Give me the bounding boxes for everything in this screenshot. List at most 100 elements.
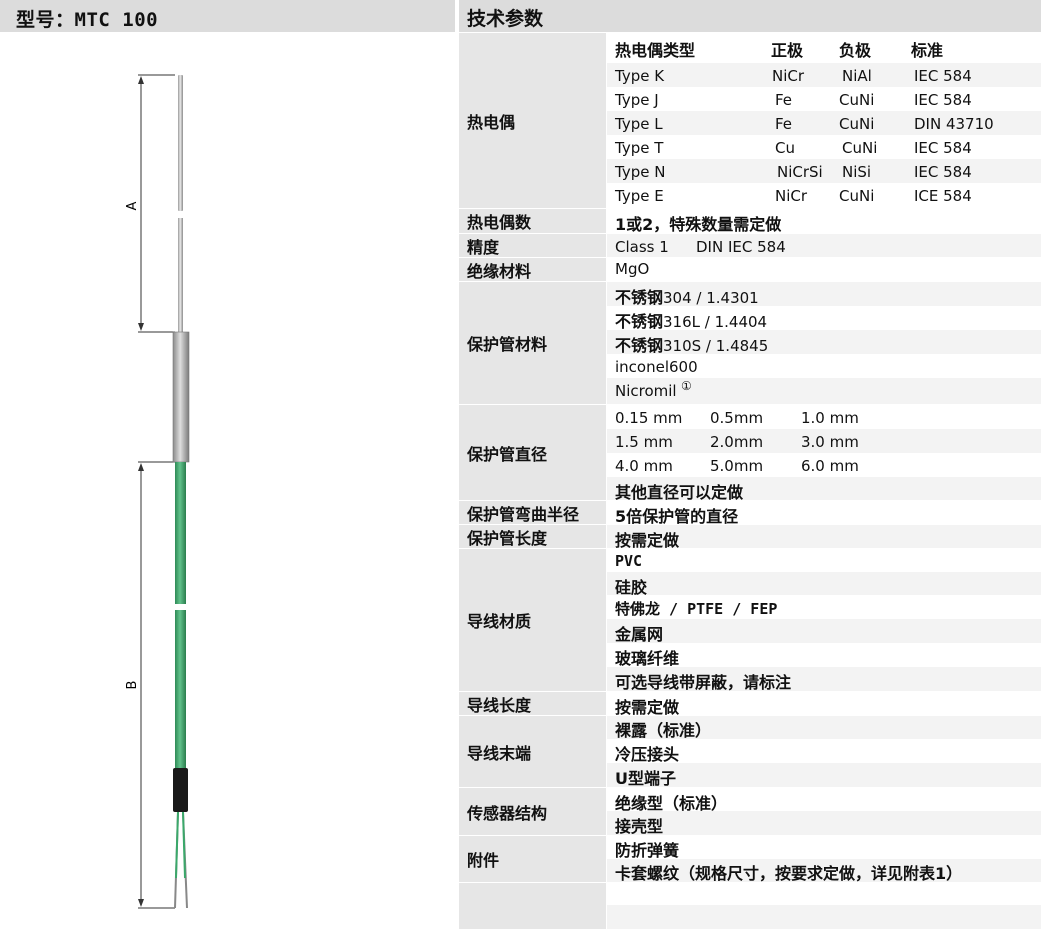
accuracy-standard: DIN IEC 584 (696, 238, 786, 256)
col-standard: 标准 (911, 41, 944, 60)
list-item: 玻璃纤维 (607, 643, 1041, 668)
tc-standard: IEC 584 (914, 91, 972, 109)
label-b: B (125, 681, 140, 690)
insulation-value: MgO (615, 260, 650, 278)
tc-negative: CuNi (839, 91, 875, 109)
table-row: Type L Fe CuNi DIN 43710 (607, 111, 1041, 135)
accessories-list: 防折弹簧 卡套螺纹（规格尺寸，按要求定做，详见附表1） (607, 836, 1041, 883)
sheath-length-value: 按需定做 (615, 531, 680, 550)
sheath-diameter-grid: 0.15 mm 0.5mm 1.0 mm 1.5 mm 2.0mm 3.0 mm… (607, 405, 1041, 502)
dimension-a (138, 74, 175, 333)
empty-label-cell (459, 883, 606, 929)
accessory-item: 防折弹簧 (615, 841, 680, 860)
thermocouple-header-row: 热电偶类型 正极 负极 标准 (607, 33, 1041, 60)
tc-negative: CuNi (842, 139, 878, 157)
list-item: 金属网 (607, 619, 1041, 644)
lead-end-item: 裸露（标准） (615, 721, 712, 740)
list-item: PVC (607, 549, 1041, 572)
list-item: 可选导线带屏蔽，请标注 (607, 667, 1041, 692)
accuracy-value-row: Class 1 DIN IEC 584 (607, 234, 1041, 257)
table-row: Type E NiCr CuNi ICE 584 (607, 183, 1041, 207)
material-inconel: inconel600 (615, 358, 698, 376)
list-item: 硅胶 (607, 572, 1041, 597)
table-row: Type N NiCrSi NiSi IEC 584 (607, 159, 1041, 183)
tc-type: Type L (615, 115, 663, 133)
lead-material-item: 特佛龙 / PTFE / FEP (615, 600, 778, 618)
material-grade: 304 / 1.4301 (663, 289, 759, 307)
wire-ends (174, 811, 188, 909)
list-item: U型端子 (607, 763, 1041, 788)
col-type: 热电偶类型 (615, 41, 696, 60)
shrink-sleeve (173, 768, 188, 812)
table-row: Type K NiCr NiAl IEC 584 (607, 63, 1041, 87)
list-item: 特佛龙 / PTFE / FEP (607, 595, 1041, 619)
label-sheath-diameter: 保护管直径 (459, 405, 606, 500)
diameter-value: 5.0mm (710, 457, 764, 475)
transition-sleeve (172, 331, 190, 463)
empty-row (607, 883, 1041, 904)
diameter-value: 3.0 mm (801, 433, 859, 451)
count-value: 1或2，特殊数量需定做 (615, 215, 782, 234)
table-row: Type T Cu CuNi IEC 584 (607, 135, 1041, 159)
footnote-mark: ① (681, 379, 692, 393)
list-item: inconel600 (607, 354, 1041, 378)
col-negative: 负极 (839, 41, 872, 60)
tc-type: Type J (615, 91, 659, 109)
list-item: 不锈钢316L / 1.4404 (607, 306, 1041, 331)
tc-positive: NiCr (772, 67, 805, 85)
tc-positive: Cu (775, 139, 795, 157)
tc-type: Type K (615, 67, 665, 85)
tc-positive: Fe (775, 91, 793, 109)
sheath-length-row: 按需定做 (607, 525, 1041, 550)
diameter-note: 其他直径可以定做 (615, 483, 744, 502)
insulation-value-row: MgO (607, 258, 1041, 281)
diameter-value: 0.5mm (710, 409, 764, 427)
tc-negative: CuNi (839, 187, 875, 205)
tc-positive: NiCr (775, 187, 808, 205)
tc-negative: NiAl (842, 67, 872, 85)
empty-row (607, 905, 1041, 929)
tc-standard: IEC 584 (914, 67, 972, 85)
lead-length-value: 按需定做 (615, 698, 680, 717)
diameter-value: 1.5 mm (615, 433, 673, 451)
label-accessories: 附件 (459, 836, 606, 882)
tc-standard: DIN 43710 (914, 115, 994, 133)
model-header: 型号：MTC 100 (0, 0, 455, 32)
spec-header: 技术参数 (459, 0, 1041, 32)
diameter-value: 0.15 mm (615, 409, 683, 427)
sheath-material-list: 不锈钢304 / 1.4301 不锈钢316L / 1.4404 不锈钢310S… (607, 282, 1041, 404)
accessory-item: 卡套螺纹（规格尺寸，按要求定做，详见附表1） (615, 864, 963, 883)
list-item: 卡套螺纹（规格尺寸，按要求定做，详见附表1） (607, 859, 1041, 883)
label-insulation: 绝缘材料 (459, 258, 606, 281)
material-prefix: 不锈钢 (615, 336, 664, 355)
lead-material-item: 可选导线带屏蔽，请标注 (615, 673, 792, 692)
tc-negative: NiSi (842, 163, 872, 181)
diameter-note-row: 其他直径可以定做 (607, 477, 1041, 502)
tc-standard: IEC 584 (914, 139, 972, 157)
lead-end-item: U型端子 (615, 769, 676, 788)
probe-diagram: A B (125, 74, 190, 909)
material-grade: 310S / 1.4845 (663, 337, 769, 355)
diameter-value: 4.0 mm (615, 457, 673, 475)
list-item: 不锈钢304 / 1.4301 (607, 282, 1041, 307)
tc-standard: IEC 584 (914, 163, 972, 181)
label-bend-radius: 保护管弯曲半径 (459, 501, 606, 524)
count-value-row: 1或2，特殊数量需定做 (607, 209, 1041, 234)
label-sensor-structure: 传感器结构 (459, 788, 606, 835)
list-item: 防折弹簧 (607, 836, 1041, 860)
material-grade: 316L / 1.4404 (663, 313, 768, 331)
label-lead-end: 导线末端 (459, 716, 606, 787)
diameter-row: 1.5 mm 2.0mm 3.0 mm (607, 429, 1041, 453)
tc-type: Type N (615, 163, 666, 181)
tc-type: Type T (615, 139, 664, 157)
label-sheath-length: 保护管长度 (459, 525, 606, 548)
sheath-tube (178, 75, 183, 334)
diameter-value: 6.0 mm (801, 457, 859, 475)
lead-length-row: 按需定做 (607, 692, 1041, 717)
bend-radius-value: 5倍保护管的直径 (615, 507, 739, 526)
list-item: 绝缘型（标准） (607, 788, 1041, 813)
dimension-b (138, 461, 175, 909)
lead-material-item: PVC (615, 552, 643, 570)
tc-positive: Fe (775, 115, 793, 133)
tc-positive: NiCrSi (777, 163, 823, 181)
